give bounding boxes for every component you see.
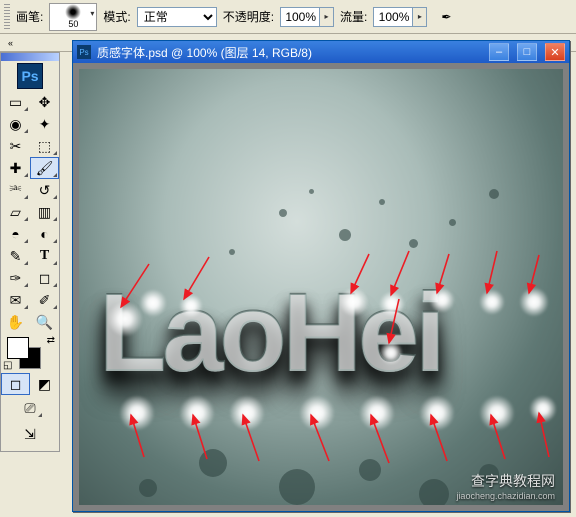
wand-icon: ✦ (39, 116, 51, 133)
flow-input[interactable] (373, 7, 413, 27)
standard-mode-button[interactable]: ◻ (1, 373, 30, 395)
canvas-area[interactable]: LaoHei (73, 63, 569, 511)
pen-icon: ✑ (10, 270, 22, 287)
move-icon: ✥ (39, 94, 51, 111)
screen-icon: ⎚ (24, 400, 35, 417)
pen-tool[interactable]: ✑ (1, 267, 30, 289)
aux-chevrons-icon[interactable]: « (8, 38, 13, 48)
crop-icon: ✂ (10, 138, 22, 155)
opacity-flyout-button[interactable]: ▸ (320, 7, 334, 27)
eyedropper-tool[interactable]: ✐ (30, 289, 59, 311)
chevron-right-icon: ▸ (418, 12, 422, 21)
dodge-icon: ◐ (40, 226, 48, 242)
opacity-input[interactable] (280, 7, 320, 27)
options-bar: 画笔: 50 ▾ 模式: 正常 不透明度: ▸ 流量: ▸ ✒ (0, 0, 576, 34)
swap-colors-icon[interactable]: ⇄ (47, 335, 55, 346)
heal-icon: ✚ (10, 160, 22, 177)
standard-mode-icon: ◻ (10, 376, 22, 393)
blur-icon: ◓ (11, 226, 19, 242)
maximize-button[interactable]: □ (517, 43, 537, 61)
brush-tool[interactable]: 🖌 (30, 157, 59, 179)
lasso-tool[interactable]: ◉ (1, 113, 30, 135)
titlebar[interactable]: Ps 质感字体.psd @ 100% (图层 14, RGB/8) – □ ✕ (73, 41, 569, 63)
screen-mode-button[interactable]: ⎚ (16, 397, 44, 419)
opacity-label: 不透明度: (223, 8, 274, 25)
brush-label: 画笔: (16, 8, 43, 25)
document-window: Ps 质感字体.psd @ 100% (图层 14, RGB/8) – □ ✕ (72, 40, 570, 512)
shape-tool[interactable]: ◻ (30, 267, 59, 289)
type-tool[interactable]: T (30, 245, 59, 267)
watermark: 查字典教程网 jiaocheng.chazidian.com (456, 471, 555, 501)
path-select-tool[interactable]: ✎ (1, 245, 30, 267)
default-colors-icon[interactable]: ◱ (3, 360, 12, 371)
wand-tool[interactable]: ✦ (30, 113, 59, 135)
marquee-icon: ▭ (9, 94, 22, 111)
heal-tool[interactable]: ✚ (1, 157, 30, 179)
move-tool[interactable]: ✥ (30, 91, 59, 113)
close-button[interactable]: ✕ (545, 43, 565, 61)
flow-label: 流量: (340, 8, 367, 25)
watermark-line1: 查字典教程网 (456, 471, 555, 491)
grip[interactable] (4, 4, 10, 30)
airbrush-icon: ✒ (441, 10, 451, 24)
zoom-tool[interactable]: 🔍 (30, 311, 59, 333)
slice-icon: ⬚ (38, 138, 51, 155)
brush-preset-picker[interactable]: 50 ▾ (49, 3, 97, 31)
flow-flyout-button[interactable]: ▸ (413, 7, 427, 27)
dodge-tool[interactable]: ◐ (30, 223, 59, 245)
mode-label: 模式: (103, 8, 130, 25)
zoom-icon: 🔍 (36, 314, 53, 331)
annotation-arrows (79, 69, 563, 505)
tools-palette: Ps ▭ ✥ ◉ ✦ ✂ ⬚ ✚ 🖌 ⎃ ↺ ▱ ▥ ◓ ◐ ✎ T ✑ ◻ ✉… (0, 52, 60, 452)
shape-icon: ◻ (39, 270, 51, 287)
canvas[interactable]: LaoHei (79, 69, 563, 505)
marquee-tool[interactable]: ▭ (1, 91, 30, 113)
stamp-icon: ⎃ (10, 182, 22, 199)
brush-icon: 🖌 (36, 160, 54, 177)
close-icon: ✕ (550, 46, 559, 59)
watermark-line2: jiaocheng.chazidian.com (456, 491, 555, 501)
eraser-tool[interactable]: ▱ (1, 201, 30, 223)
minimize-button[interactable]: – (489, 43, 509, 61)
gradient-icon: ▥ (38, 204, 51, 221)
jump-to-button[interactable]: ⇲ (14, 423, 46, 445)
gradient-tool[interactable]: ▥ (30, 201, 59, 223)
ps-file-icon: Ps (77, 45, 91, 59)
airbrush-toggle[interactable]: ✒ (433, 6, 459, 28)
history-brush-tool[interactable]: ↺ (30, 179, 59, 201)
eraser-icon: ▱ (10, 204, 21, 221)
crop-tool[interactable]: ✂ (1, 135, 30, 157)
chevron-right-icon: ▸ (325, 12, 329, 21)
foreground-swatch[interactable] (7, 337, 29, 359)
slice-tool[interactable]: ⬚ (30, 135, 59, 157)
jump-icon: ⇲ (24, 426, 36, 443)
notes-icon: ✉ (10, 292, 22, 309)
notes-tool[interactable]: ✉ (1, 289, 30, 311)
maximize-icon: □ (524, 46, 531, 58)
color-swatches: ⇄ ◱ (1, 333, 59, 373)
mode-select[interactable]: 正常 (137, 7, 217, 27)
chevron-down-icon: ▾ (90, 10, 94, 18)
type-icon: T (40, 248, 49, 264)
stamp-tool[interactable]: ⎃ (1, 179, 30, 201)
brush-size-value: 50 (68, 20, 78, 29)
title-text: 质感字体.psd @ 100% (图层 14, RGB/8) (97, 44, 312, 61)
eyedropper-icon: ✐ (39, 292, 51, 309)
tools-header[interactable] (1, 53, 59, 61)
hand-tool[interactable]: ✋ (1, 311, 30, 333)
ps-logo-icon[interactable]: Ps (17, 63, 43, 89)
blur-tool[interactable]: ◓ (1, 223, 30, 245)
quickmask-icon: ◩ (38, 376, 51, 393)
path-icon: ✎ (10, 248, 22, 265)
minimize-icon: – (496, 46, 502, 58)
brush-dot-icon (65, 4, 81, 20)
quickmask-mode-button[interactable]: ◩ (30, 373, 59, 395)
lasso-icon: ◉ (9, 116, 21, 133)
hand-icon: ✋ (7, 314, 24, 331)
history-icon: ↺ (39, 182, 51, 199)
